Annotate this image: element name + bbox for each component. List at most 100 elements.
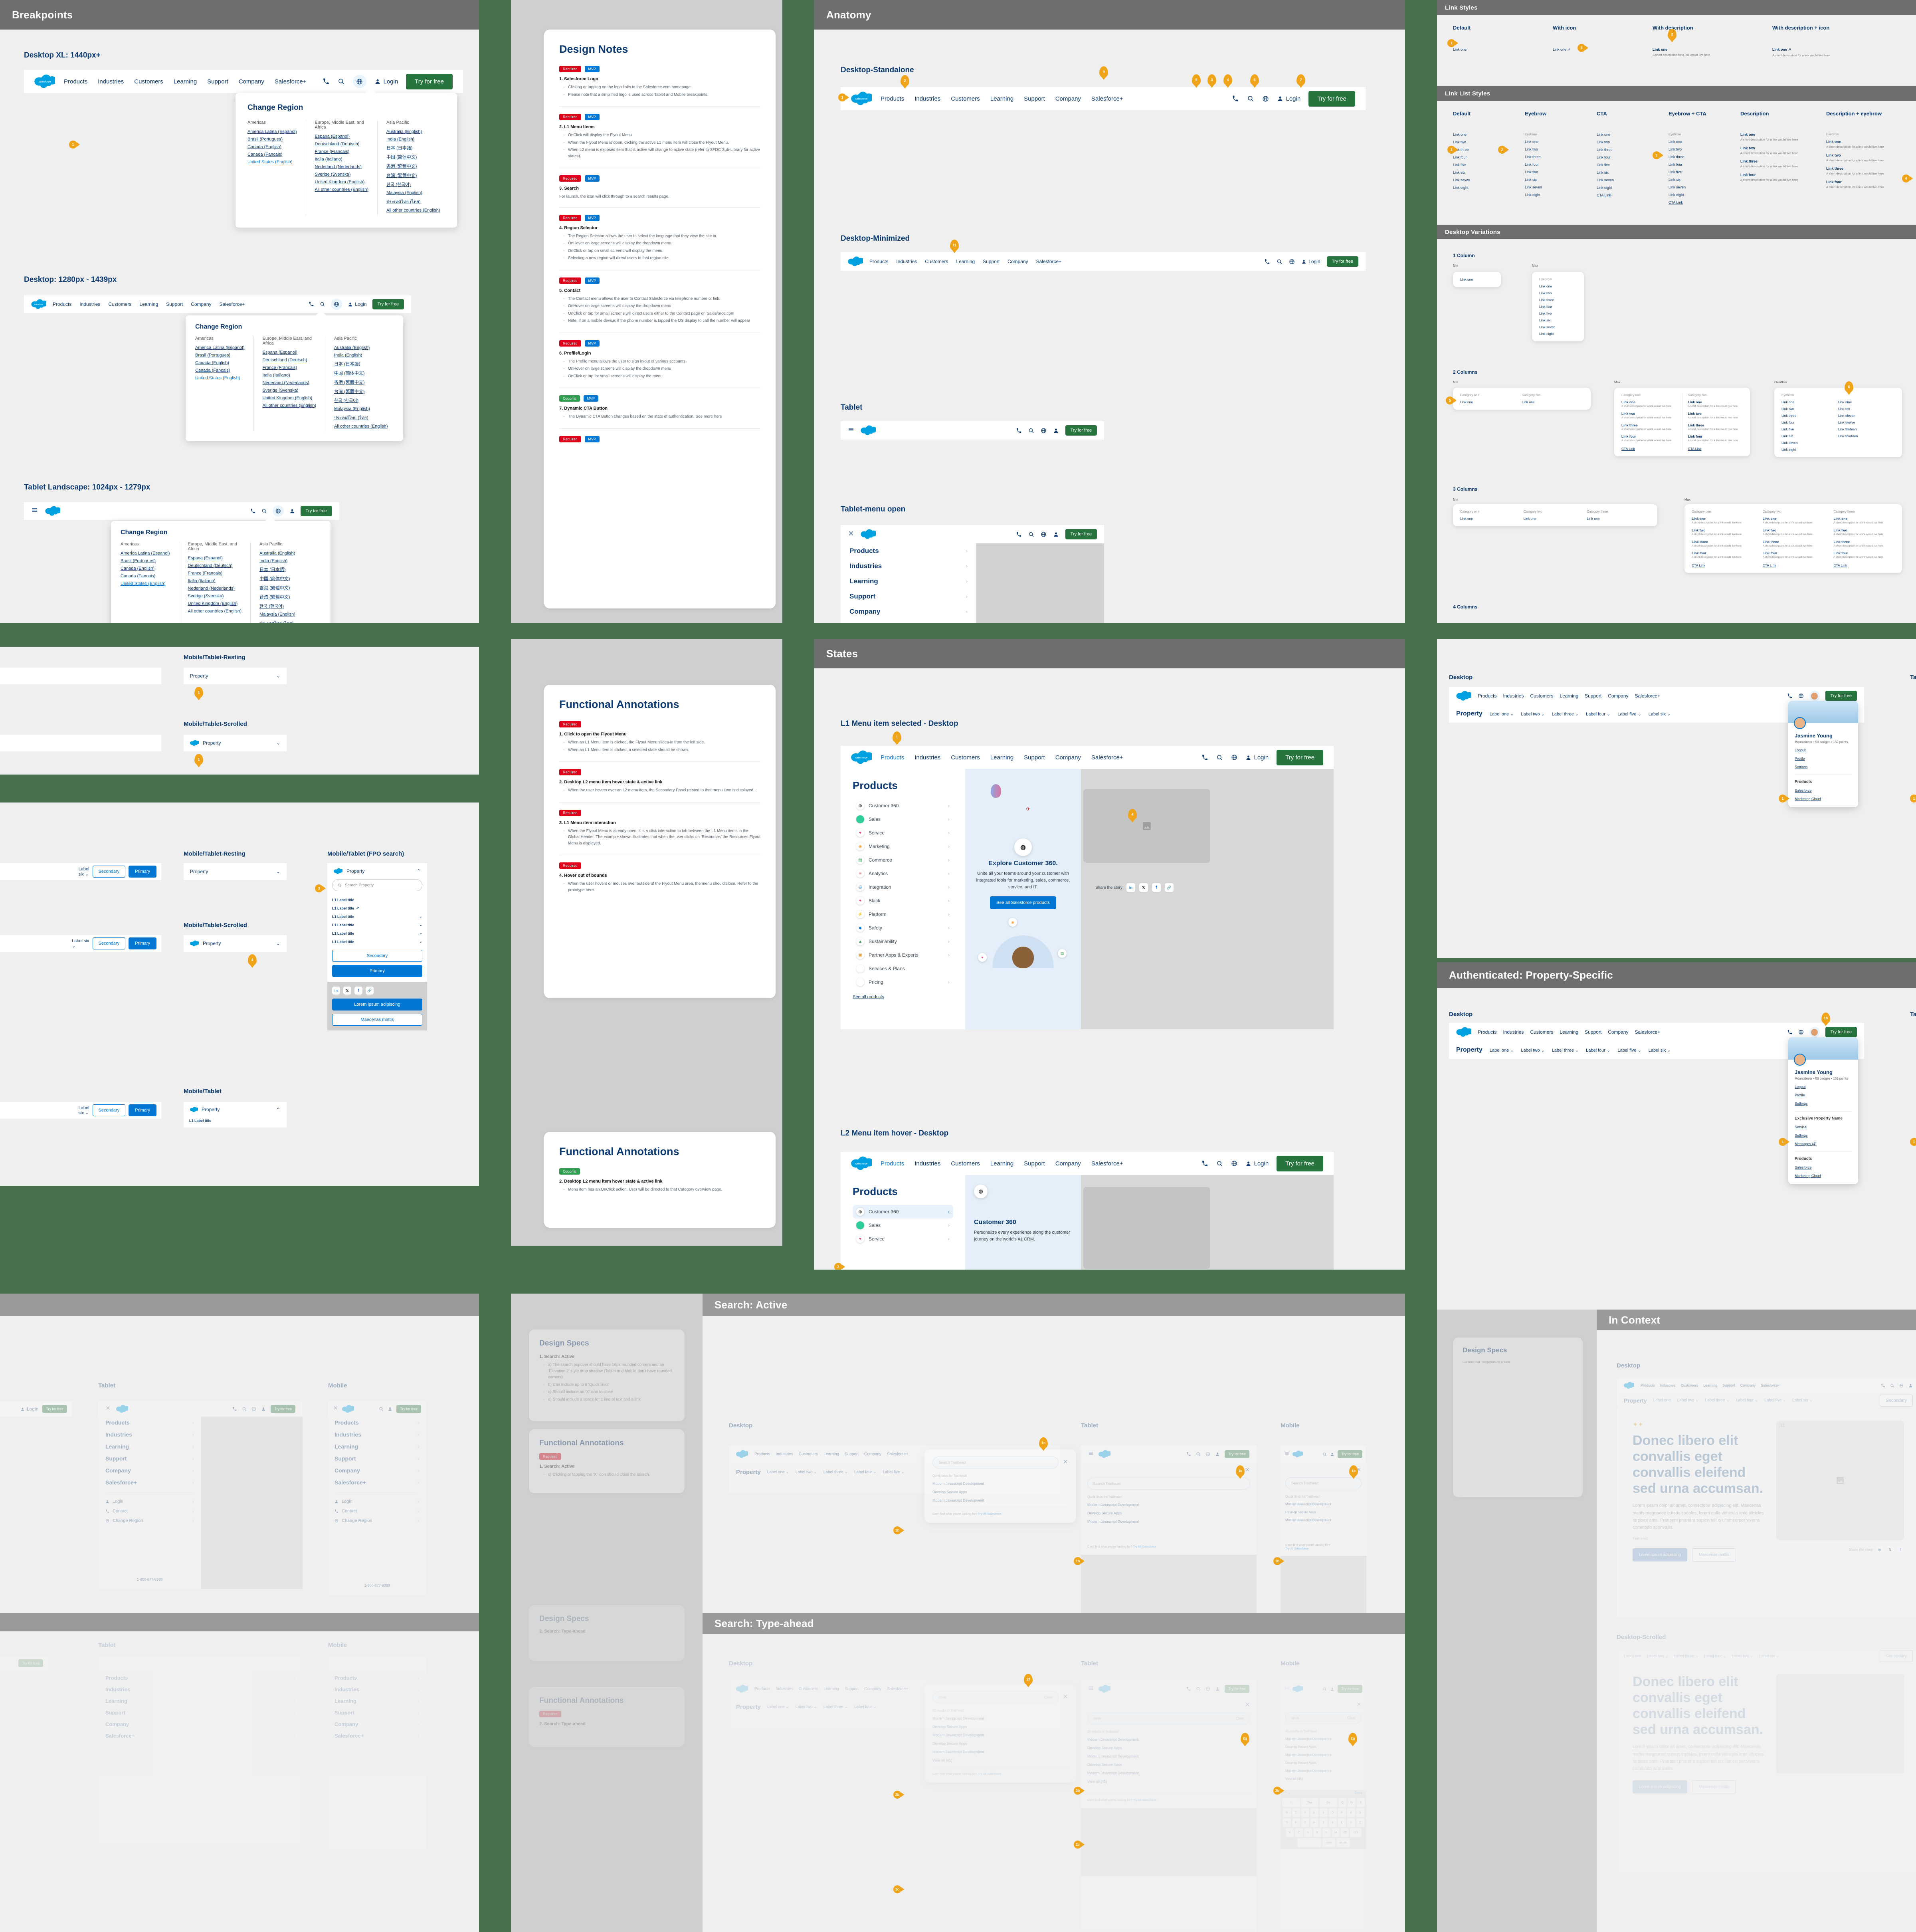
nav-link-salesforce-plus[interactable]: Salesforce+ <box>220 301 245 307</box>
link[interactable]: Link three <box>1525 155 1569 159</box>
nav-link-salesforce-plus[interactable]: Salesforce+ <box>887 1687 908 1691</box>
menu-item-company[interactable]: Company › <box>98 1464 201 1476</box>
nav-link-industries[interactable]: Industries <box>98 78 124 85</box>
link[interactable]: Link eight <box>1597 186 1641 190</box>
result-item[interactable]: Modern Javascript Development <box>1285 1753 1362 1757</box>
menu-item[interactable]: Learning › <box>105 1695 295 1707</box>
property-label-three[interactable]: Label three ⌄ <box>823 1470 848 1474</box>
hamburger-icon[interactable] <box>31 507 38 515</box>
phone-icon[interactable] <box>1264 259 1270 265</box>
menu-item-industries[interactable]: Industries › <box>841 559 976 574</box>
menu-item-salesforce-plus[interactable]: Salesforce+ › <box>328 1476 426 1488</box>
flyout-item-slack[interactable]: ✦ Slack › <box>853 894 953 908</box>
region-link[interactable]: Brasil (Portugues) <box>247 137 297 142</box>
maecenas-button[interactable]: Maecenas mattis <box>332 1014 422 1026</box>
nav-link-company[interactable]: Company <box>1608 693 1628 699</box>
result-item[interactable]: Develop Secure Apps <box>932 1725 1068 1729</box>
nav-link-products-active[interactable]: Products <box>881 754 904 761</box>
nav-link-learning[interactable]: Learning <box>139 301 158 307</box>
link[interactable]: Link four <box>1833 551 1895 555</box>
link[interactable]: Link five <box>1539 311 1577 315</box>
globe-icon[interactable] <box>1041 428 1047 434</box>
property-select-resting-2[interactable]: Property ⌄ <box>184 863 287 880</box>
menu-item-company[interactable]: Company › <box>841 604 976 619</box>
link[interactable]: Link four <box>1669 162 1712 166</box>
region-link[interactable]: Canada (Fancais) <box>195 368 245 373</box>
menu-item-products[interactable]: Products › <box>98 1417 201 1429</box>
property-label-two[interactable]: Label two ⌄ <box>1521 1048 1544 1053</box>
nav-link-industries[interactable]: Industries <box>914 95 940 102</box>
x-icon[interactable]: 𝕏 <box>1139 883 1148 892</box>
menu-item-salesforce-plus[interactable]: Salesforce+ › <box>98 1476 201 1488</box>
region-link[interactable]: Australia (English) <box>386 129 440 134</box>
primary-button[interactable]: Primary <box>129 937 156 949</box>
menu-item-contact[interactable]: Contact › <box>98 1506 201 1516</box>
region-link-selected[interactable]: United States (English) <box>247 160 297 164</box>
link[interactable]: Link six <box>1453 170 1497 174</box>
nav-link-support[interactable]: Support <box>1585 1029 1601 1035</box>
key-dotcom[interactable]: .com <box>1322 1838 1335 1847</box>
property-label-one[interactable]: Label one ⌄ <box>1490 711 1514 717</box>
nav-link-salesforce-plus[interactable]: Salesforce+ <box>887 1452 908 1456</box>
key-123[interactable]: 123 <box>1350 1828 1361 1837</box>
link[interactable]: Link five <box>1453 163 1497 167</box>
nav-link-customers[interactable]: Customers <box>1681 1383 1698 1387</box>
nav-link-customers[interactable]: Customers <box>951 754 980 761</box>
link[interactable]: Link seven <box>1669 185 1712 189</box>
profile-link[interactable]: Profile <box>1795 1093 1852 1097</box>
link[interactable]: Link three <box>1763 540 1824 544</box>
list-item[interactable]: L1 Label title ⌄ <box>332 921 422 929</box>
try-for-free-button[interactable]: Try for free <box>271 1405 295 1413</box>
region-link[interactable]: Canada (English) <box>247 145 297 149</box>
salesforce-logo-simple[interactable] <box>1293 1449 1303 1459</box>
link[interactable]: Link five <box>1597 163 1641 167</box>
menu-item[interactable]: Products › <box>335 1672 420 1684</box>
salesforce-logo-simple[interactable] <box>1099 1684 1110 1694</box>
nav-link-support[interactable]: Support <box>207 78 228 85</box>
region-link[interactable]: 日本 (日本語) <box>334 361 388 367</box>
region-link[interactable]: Espana (Espanol) <box>263 350 317 355</box>
nav-link-products[interactable]: Products <box>754 1687 770 1691</box>
try-for-free-button[interactable]: Try for free <box>406 73 453 89</box>
region-link[interactable]: Malaysia (English) <box>334 406 388 411</box>
region-link[interactable]: 中国 (简体中文) <box>334 370 388 376</box>
search-input[interactable]: deve Clear <box>1087 1712 1250 1724</box>
link[interactable]: Link seven <box>1781 441 1838 445</box>
key-q[interactable]: Q <box>1338 1798 1346 1807</box>
link-with-icon[interactable]: Link one ↗ <box>1553 48 1601 52</box>
x-icon[interactable]: 𝕏 <box>343 987 351 995</box>
property-label-one[interactable]: Label one <box>1653 1398 1671 1403</box>
region-link[interactable]: 台灣 (繁體中文) <box>259 594 313 600</box>
logout-link[interactable]: Logout <box>1795 748 1852 752</box>
property-select-scrolled[interactable]: Property ⌄ <box>184 735 287 751</box>
cta-link[interactable]: CTA Link <box>1597 193 1641 197</box>
login-button[interactable]: Login <box>20 1406 38 1412</box>
search-input[interactable]: Search Trailhead <box>932 1456 1059 1468</box>
key-i[interactable]: I <box>1282 1798 1300 1807</box>
link[interactable]: Link one <box>1621 400 1676 404</box>
lorem-button[interactable]: Lorem ipsum adipiscing <box>332 999 422 1011</box>
list-item[interactable]: L1 Label title <box>184 1117 287 1127</box>
salesforce-logo-simple[interactable] <box>1624 1380 1634 1391</box>
link[interactable]: Link two <box>1833 528 1895 532</box>
nav-link-support[interactable]: Support <box>845 1452 859 1456</box>
facebook-icon[interactable]: f <box>1897 1546 1904 1553</box>
key-c[interactable]: C <box>1295 1828 1303 1837</box>
quick-link-item[interactable]: Modern Javascript Development <box>1087 1503 1250 1507</box>
property-link-messages[interactable]: Messages (4) <box>1795 1142 1852 1146</box>
link[interactable]: Link two <box>1826 153 1884 157</box>
done-button[interactable]: Done <box>1355 1791 1362 1795</box>
salesforce-logo-simple[interactable] <box>1099 1449 1110 1459</box>
salesforce-logo-simple[interactable] <box>342 1404 354 1414</box>
property-label-four[interactable]: Label four ⌄ <box>854 1705 877 1709</box>
try-for-free-button[interactable]: Try for free <box>18 1659 43 1667</box>
key-v[interactable]: V <box>1304 1828 1312 1837</box>
search-icon[interactable] <box>1322 1687 1327 1691</box>
globe-icon[interactable] <box>352 75 366 88</box>
link-icon[interactable]: 🔗 <box>1164 883 1174 892</box>
link[interactable]: Link seven <box>1453 178 1497 182</box>
globe-icon[interactable] <box>1289 259 1295 265</box>
avatar[interactable] <box>1809 691 1820 701</box>
nav-link-industries[interactable]: Industries <box>1503 1029 1524 1035</box>
quick-link-item[interactable]: Modern Javascript Development <box>1285 1502 1362 1506</box>
